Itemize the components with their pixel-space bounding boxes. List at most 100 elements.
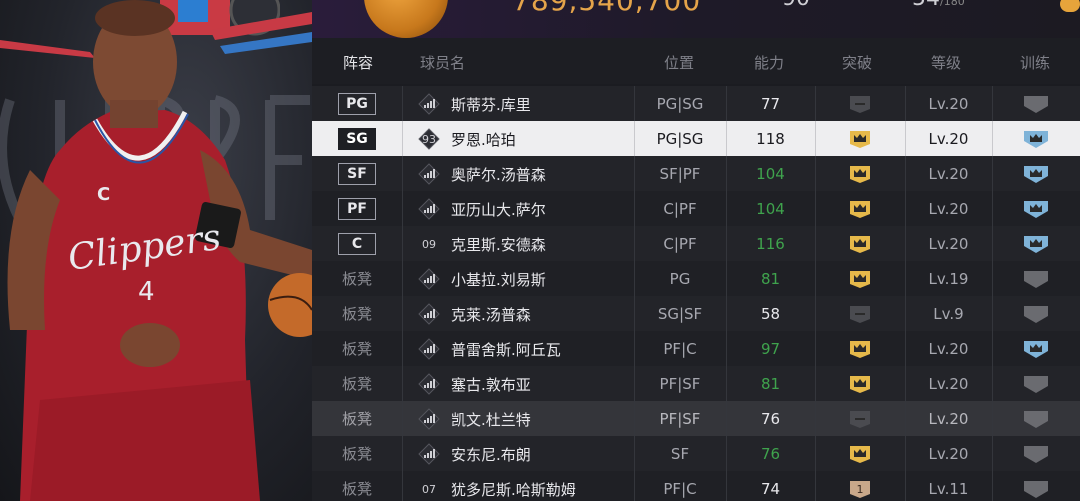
training-shield-icon[interactable] bbox=[992, 261, 1080, 296]
table-row[interactable]: 板凳 塞古.敦布亚 PF|SF 81 Lv.20 bbox=[312, 366, 1080, 402]
player-rating: 118 bbox=[756, 129, 785, 148]
player-position-cell: PG|SG bbox=[634, 121, 726, 156]
rating-cell: 118 bbox=[726, 121, 815, 156]
player-rating: 104 bbox=[756, 164, 785, 183]
training-shield-icon[interactable] bbox=[992, 156, 1080, 191]
training-shield-icon[interactable] bbox=[992, 436, 1080, 471]
training-shield-icon[interactable] bbox=[992, 191, 1080, 226]
player-name[interactable]: 斯蒂芬.库里 bbox=[451, 94, 531, 115]
player-position: PF|C bbox=[663, 339, 697, 358]
player-level: Lv.20 bbox=[928, 199, 969, 218]
table-row[interactable]: 板凳 安东尼.布朗 SF 76 Lv.20 bbox=[312, 436, 1080, 472]
breakthrough-icon[interactable] bbox=[815, 436, 905, 471]
player-name[interactable]: 普雷舍斯.阿丘瓦 bbox=[451, 339, 561, 360]
bench-label: 板凳 bbox=[341, 445, 372, 463]
col-level[interactable]: 等级 bbox=[931, 52, 961, 73]
breakthrough-icon[interactable] bbox=[815, 121, 905, 156]
lineup-slot[interactable]: 板凳 bbox=[312, 296, 402, 331]
training-shield-icon[interactable] bbox=[992, 86, 1080, 121]
training-shield-icon[interactable] bbox=[992, 226, 1080, 261]
position-badge: PF bbox=[338, 197, 376, 220]
training-shield-icon[interactable] bbox=[992, 121, 1080, 156]
lineup-slot[interactable]: 板凳 bbox=[312, 366, 402, 401]
svg-text:07: 07 bbox=[422, 483, 436, 496]
lineup-slot[interactable]: C bbox=[312, 226, 402, 261]
table-row[interactable]: SF 奥萨尔.汤普森 SF|PF 104 Lv.20 bbox=[312, 156, 1080, 192]
level-cell: Lv.20 bbox=[905, 226, 992, 261]
breakthrough-icon[interactable] bbox=[815, 366, 905, 401]
breakthrough-icon[interactable]: 1 bbox=[815, 471, 905, 501]
table-row[interactable]: 板凳 克莱.汤普森 SG|SF 58 Lv.9 bbox=[312, 296, 1080, 332]
game-screen: Clippers 4 C 789,540,700 90 54/180 阵容 球员… bbox=[0, 0, 1080, 501]
column-divider bbox=[402, 86, 403, 121]
player-figure: Clippers 4 C bbox=[0, 0, 312, 501]
player-name[interactable]: 安东尼.布朗 bbox=[451, 444, 531, 465]
player-name[interactable]: 凯文.杜兰特 bbox=[451, 409, 531, 430]
table-row[interactable]: 板凳 小基拉.刘易斯 PG 81 Lv.19 bbox=[312, 261, 1080, 297]
breakthrough-icon[interactable] bbox=[815, 156, 905, 191]
rating-bars-icon bbox=[418, 93, 440, 115]
lineup-slot[interactable]: 板凳 bbox=[312, 331, 402, 366]
player-level: Lv.20 bbox=[928, 94, 969, 113]
table-row[interactable]: PG 斯蒂芬.库里 PG|SG 77 Lv.20 bbox=[312, 86, 1080, 122]
table-row[interactable]: SG 93 罗恩.哈珀 PG|SG 118 Lv.20 bbox=[312, 121, 1080, 157]
breakthrough-icon[interactable] bbox=[815, 226, 905, 261]
breakthrough-icon[interactable] bbox=[815, 191, 905, 226]
player-level: Lv.20 bbox=[928, 234, 969, 253]
lineup-slot[interactable]: 板凳 bbox=[312, 471, 402, 501]
col-player-name[interactable]: 球员名 bbox=[420, 52, 465, 73]
lineup-slot[interactable]: 板凳 bbox=[312, 436, 402, 471]
player-rating: 81 bbox=[760, 374, 781, 393]
player-name[interactable]: 克里斯.安德森 bbox=[451, 234, 546, 255]
player-rating: 97 bbox=[760, 339, 781, 358]
player-position: C|PF bbox=[663, 234, 697, 253]
table-row[interactable]: 板凳 07 犹多尼斯.哈斯勒姆 PF|C 74 1 Lv.11 bbox=[312, 471, 1080, 501]
training-shield-icon[interactable] bbox=[992, 296, 1080, 331]
lineup-slot[interactable]: 板凳 bbox=[312, 401, 402, 436]
col-position[interactable]: 位置 bbox=[664, 52, 694, 73]
table-row[interactable]: C 09 克里斯.安德森 C|PF 116 Lv.20 bbox=[312, 226, 1080, 262]
player-name[interactable]: 罗恩.哈珀 bbox=[451, 129, 516, 150]
lineup-slot[interactable]: PG bbox=[312, 86, 402, 121]
col-ability[interactable]: 能力 bbox=[754, 52, 784, 73]
player-name[interactable]: 小基拉.刘易斯 bbox=[451, 269, 546, 290]
column-divider bbox=[402, 296, 403, 331]
training-shield-icon[interactable] bbox=[992, 471, 1080, 501]
player-position-cell: C|PF bbox=[634, 191, 726, 226]
position-badge: C bbox=[338, 232, 376, 255]
player-name[interactable]: 亚历山大.萨尔 bbox=[451, 199, 546, 220]
player-name[interactable]: 克莱.汤普森 bbox=[451, 304, 531, 325]
breakthrough-icon[interactable] bbox=[815, 331, 905, 366]
player-name[interactable]: 塞古.敦布亚 bbox=[451, 374, 531, 395]
breakthrough-icon[interactable] bbox=[815, 296, 905, 331]
table-row[interactable]: 板凳 普雷舍斯.阿丘瓦 PF|C 97 Lv.20 bbox=[312, 331, 1080, 367]
breakthrough-icon[interactable] bbox=[815, 86, 905, 121]
training-shield-icon[interactable] bbox=[992, 366, 1080, 401]
lineup-slot[interactable]: SF bbox=[312, 156, 402, 191]
col-breakthrough[interactable]: 突破 bbox=[842, 52, 872, 73]
player-name[interactable]: 奥萨尔.汤普森 bbox=[451, 164, 546, 185]
rating-cell: 58 bbox=[726, 296, 815, 331]
column-divider bbox=[402, 401, 403, 436]
breakthrough-icon[interactable] bbox=[815, 401, 905, 436]
col-training[interactable]: 训练 bbox=[1020, 52, 1050, 73]
lineup-slot[interactable]: 板凳 bbox=[312, 261, 402, 296]
player-rating: 116 bbox=[756, 234, 785, 253]
lineup-slot[interactable]: SG bbox=[312, 121, 402, 156]
player-position-cell: SF bbox=[634, 436, 726, 471]
col-lineup[interactable]: 阵容 bbox=[343, 52, 373, 73]
rating-cell: 97 bbox=[726, 331, 815, 366]
column-divider bbox=[402, 366, 403, 401]
training-shield-icon[interactable] bbox=[992, 401, 1080, 436]
coin-icon[interactable] bbox=[1060, 0, 1080, 12]
player-rating: 81 bbox=[760, 269, 781, 288]
table-row[interactable]: PF 亚历山大.萨尔 C|PF 104 Lv.20 bbox=[312, 191, 1080, 227]
rating-cell: 116 bbox=[726, 226, 815, 261]
breakthrough-icon[interactable] bbox=[815, 261, 905, 296]
player-name[interactable]: 犹多尼斯.哈斯勒姆 bbox=[451, 479, 576, 500]
lineup-slot[interactable]: PF bbox=[312, 191, 402, 226]
bench-label: 板凳 bbox=[341, 480, 372, 498]
training-shield-icon[interactable] bbox=[992, 331, 1080, 366]
bench-label: 板凳 bbox=[341, 375, 372, 393]
table-row[interactable]: 板凳 凯文.杜兰特 PF|SF 76 Lv.20 bbox=[312, 401, 1080, 437]
